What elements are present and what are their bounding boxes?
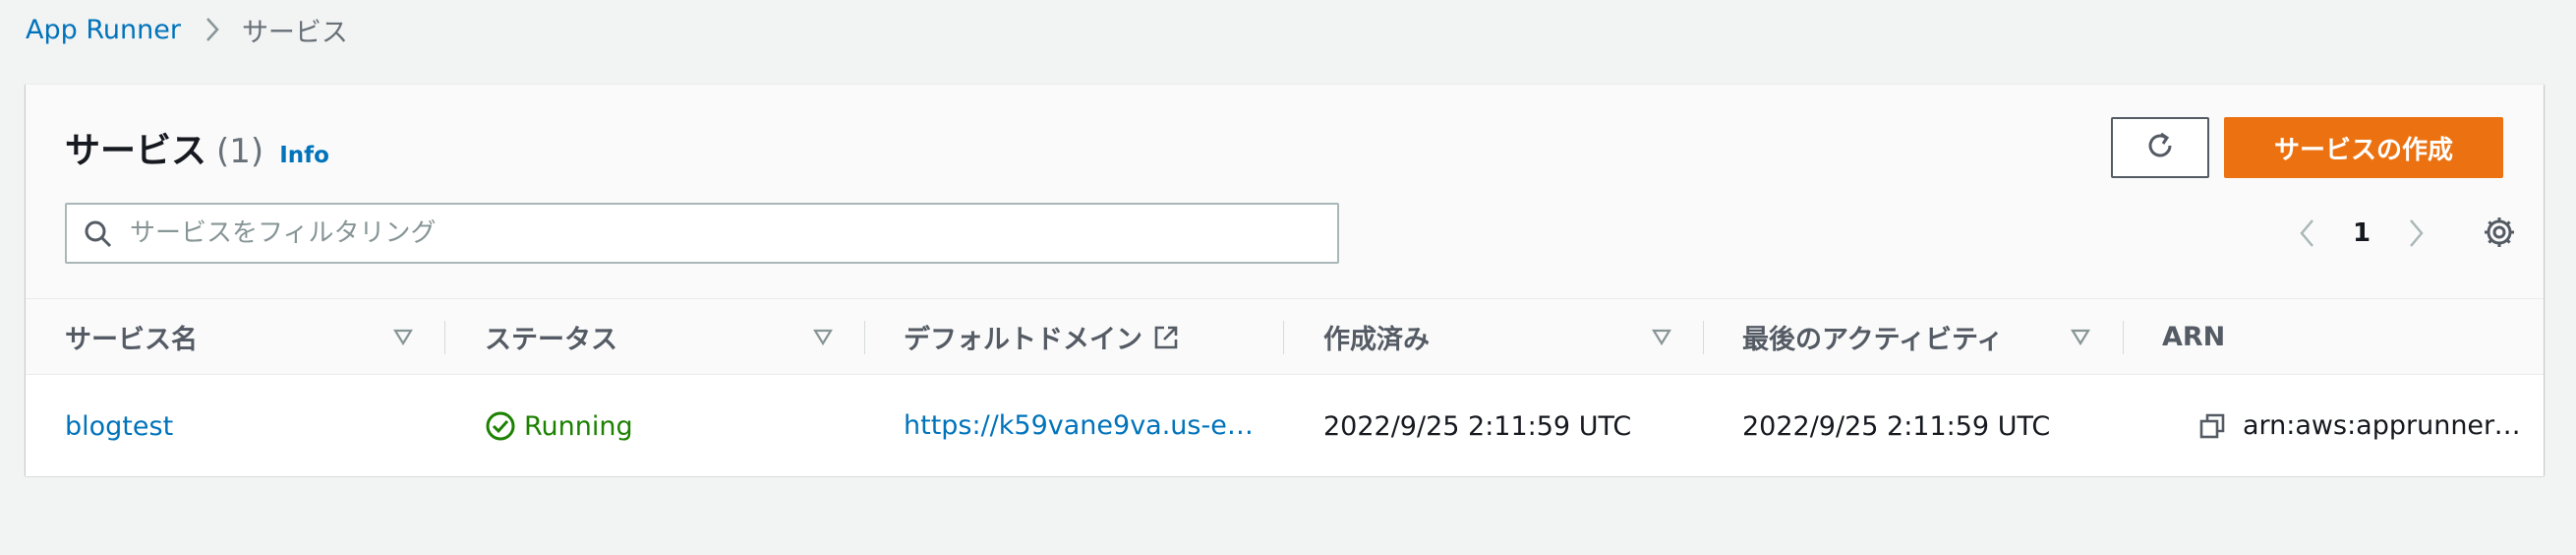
column-divider[interactable] [2123, 321, 2124, 354]
default-domain-link[interactable]: https://k59vane9va.us-e… [904, 376, 1254, 476]
sort-triangle-icon[interactable] [813, 327, 833, 350]
column-header-arn: ARN [2162, 299, 2225, 375]
column-divider[interactable] [444, 321, 445, 354]
column-label: ステータス [485, 325, 617, 355]
copy-icon[interactable] [2197, 411, 2227, 441]
sort-triangle-icon[interactable] [393, 327, 413, 350]
sort-triangle-icon[interactable] [1652, 327, 1671, 350]
previous-page-button[interactable] [2287, 208, 2326, 259]
chevron-right-icon [2410, 219, 2424, 247]
column-header-last-activity[interactable]: 最後のアクティビティ [1742, 299, 2003, 375]
title-row: サービス (1) Info [65, 122, 329, 171]
refresh-button[interactable] [2111, 117, 2209, 178]
gear-icon [2483, 216, 2516, 253]
breadcrumb-app-runner-link[interactable]: App Runner [26, 15, 181, 45]
column-label: デフォルトドメイン [904, 325, 1142, 355]
created-cell: 2022/9/25 2:11:59 UTC [1323, 376, 1631, 476]
status-text: Running [524, 410, 633, 442]
external-link-icon [1152, 324, 1180, 351]
pagination: 1 [2287, 208, 2436, 259]
column-header-default-domain: デフォルトドメイン [904, 299, 1180, 375]
service-count: (1) [216, 132, 264, 171]
service-name-link[interactable]: blogtest [65, 411, 173, 442]
created-timestamp: 2022/9/25 2:11:59 UTC [1323, 410, 1632, 442]
breadcrumb: App Runner サービス [26, 10, 348, 49]
preferences-button[interactable] [2480, 215, 2519, 254]
table-header: サービス名 ステータス デフォルトドメイン 作成済み 最後のアクティビティ AR… [26, 299, 2544, 375]
refresh-icon [2143, 129, 2177, 166]
column-label: 作成済み [1323, 325, 1430, 355]
services-table-panel: サービス (1) Info サービスの作成 サービスをフィルタリング 1 サービ… [26, 84, 2544, 476]
table-row: blogtest Running https://k59vane9va.us-e… [26, 376, 2544, 476]
default-domain-cell: https://k59vane9va.us-e… [904, 376, 1267, 476]
column-header-created[interactable]: 作成済み [1323, 299, 1430, 375]
panel-header: サービス (1) Info サービスの作成 サービスをフィルタリング 1 [26, 85, 2544, 299]
page-number[interactable]: 1 [2326, 218, 2397, 248]
next-page-button[interactable] [2397, 208, 2436, 259]
status-cell: Running [485, 376, 633, 476]
column-header-status[interactable]: ステータス [485, 299, 617, 375]
sort-triangle-icon[interactable] [2071, 327, 2090, 350]
column-label: サービス名 [65, 325, 198, 355]
column-label: 最後のアクティビティ [1742, 325, 2004, 355]
status-success-icon [485, 410, 516, 442]
arn-cell: arn:aws:apprunner:u… [2162, 376, 2526, 476]
column-header-service-name[interactable]: サービス名 [65, 299, 198, 375]
breadcrumb-current: サービス [241, 17, 348, 48]
arn-text: arn:aws:apprunner:u… [2243, 410, 2526, 441]
column-label: ARN [2162, 322, 2226, 352]
chevron-left-icon [2300, 219, 2313, 247]
service-name-cell: blogtest [65, 376, 173, 476]
info-link[interactable]: Info [279, 143, 329, 168]
column-divider[interactable] [1703, 321, 1704, 354]
search-field[interactable] [65, 203, 1339, 264]
column-divider[interactable] [864, 321, 865, 354]
last-activity-timestamp: 2022/9/25 2:11:59 UTC [1742, 410, 2051, 442]
column-divider[interactable] [1283, 321, 1284, 354]
create-service-button[interactable]: サービスの作成 [2224, 117, 2503, 178]
page-title: サービス [65, 131, 207, 171]
last-activity-cell: 2022/9/25 2:11:59 UTC [1742, 376, 2050, 476]
chevron-right-icon [205, 16, 220, 43]
search-input[interactable] [130, 205, 1329, 262]
search-icon [83, 218, 114, 254]
